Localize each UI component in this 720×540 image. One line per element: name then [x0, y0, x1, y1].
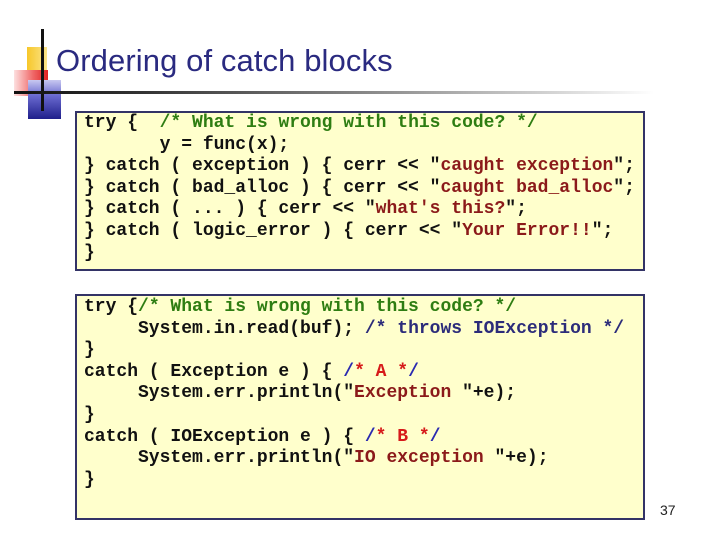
code-text: "+e);	[462, 383, 517, 404]
code-text: }	[84, 469, 95, 490]
page-number: 37	[660, 502, 676, 518]
code-text: ";	[613, 177, 635, 198]
yellow-square-decoration	[27, 47, 47, 71]
code-text: }	[84, 340, 95, 361]
comment-delimiter: /	[429, 426, 441, 447]
string-literal: IO exception	[354, 448, 495, 469]
code-line: try { /* What is wrong with this code? *…	[84, 113, 635, 135]
code-text: System.in.read(buf);	[84, 318, 365, 339]
code-line: System.err.println("Exception "+e);	[84, 383, 624, 405]
code-line: } catch ( bad_alloc ) { cerr << "caught …	[84, 178, 635, 200]
code-text: try {	[84, 297, 139, 317]
code-text: catch ( IOException e ) {	[84, 426, 365, 447]
code-text: System.err.println("	[84, 448, 355, 469]
code-line: try {/* What is wrong with this code? */	[84, 297, 624, 319]
code-text: }	[84, 404, 95, 425]
code-line: } catch ( logic_error ) { cerr << "Your …	[84, 221, 635, 243]
java-code-block: try {/* What is wrong with this code? */…	[84, 297, 624, 491]
code-text: ";	[613, 156, 635, 177]
code-line: catch ( Exception e ) { /* A */	[84, 362, 624, 384]
vertical-rule-decoration	[41, 29, 44, 111]
blue-square-decoration	[28, 80, 61, 119]
code-text: "+e);	[494, 448, 549, 469]
title-underline-rule	[14, 91, 654, 94]
code-text: ";	[505, 199, 527, 220]
comment-delimiter: /	[364, 426, 376, 447]
code-comment: /* What is wrong with this code? */	[159, 113, 538, 133]
code-text: try {	[84, 113, 160, 133]
code-line: }	[84, 340, 624, 362]
comment-label: * A *	[354, 361, 409, 382]
code-line: catch ( IOException e ) { /* B */	[84, 427, 624, 449]
string-literal: Your Error!!	[462, 220, 592, 241]
code-line: System.in.read(buf); /* throws IOExcepti…	[84, 319, 624, 341]
code-text: }	[84, 242, 95, 263]
java-code-box: try {/* What is wrong with this code? */…	[75, 294, 645, 520]
code-line: y = func(x);	[84, 135, 635, 157]
code-text: } catch ( bad_alloc ) { cerr << "	[84, 177, 441, 198]
comment-delimiter: /	[408, 361, 419, 382]
code-line: }	[84, 243, 635, 265]
code-text: } catch ( ... ) { cerr << "	[84, 199, 376, 220]
string-literal: Exception	[354, 383, 463, 404]
slide-title: Ordering of catch blocks	[56, 43, 393, 78]
comment-delimiter: /	[343, 361, 355, 382]
code-comment: /* What is wrong with this code? */	[138, 297, 517, 317]
code-line: } catch ( exception ) { cerr << "caught …	[84, 156, 635, 178]
code-text: } catch ( logic_error ) { cerr << "	[84, 220, 463, 241]
code-line: System.err.println("IO exception "+e);	[84, 448, 624, 470]
cpp-code-box: try { /* What is wrong with this code? *…	[75, 111, 645, 271]
code-line: }	[84, 405, 624, 427]
code-comment: /* throws IOException */	[364, 318, 625, 339]
code-text: System.err.println("	[84, 383, 355, 404]
code-line: }	[84, 470, 624, 492]
comment-label: * B *	[375, 426, 430, 447]
code-text: ";	[591, 220, 614, 241]
code-text: y = func(x);	[84, 134, 290, 155]
string-literal: caught exception	[440, 156, 614, 177]
cpp-code-block: try { /* What is wrong with this code? *…	[84, 113, 635, 264]
string-literal: what's this?	[375, 199, 506, 220]
code-text: catch ( Exception e ) {	[84, 361, 344, 382]
code-text: } catch ( exception ) { cerr << "	[84, 156, 441, 177]
string-literal: caught bad_alloc	[440, 177, 614, 198]
code-line: } catch ( ... ) { cerr << "what's this?"…	[84, 199, 635, 221]
